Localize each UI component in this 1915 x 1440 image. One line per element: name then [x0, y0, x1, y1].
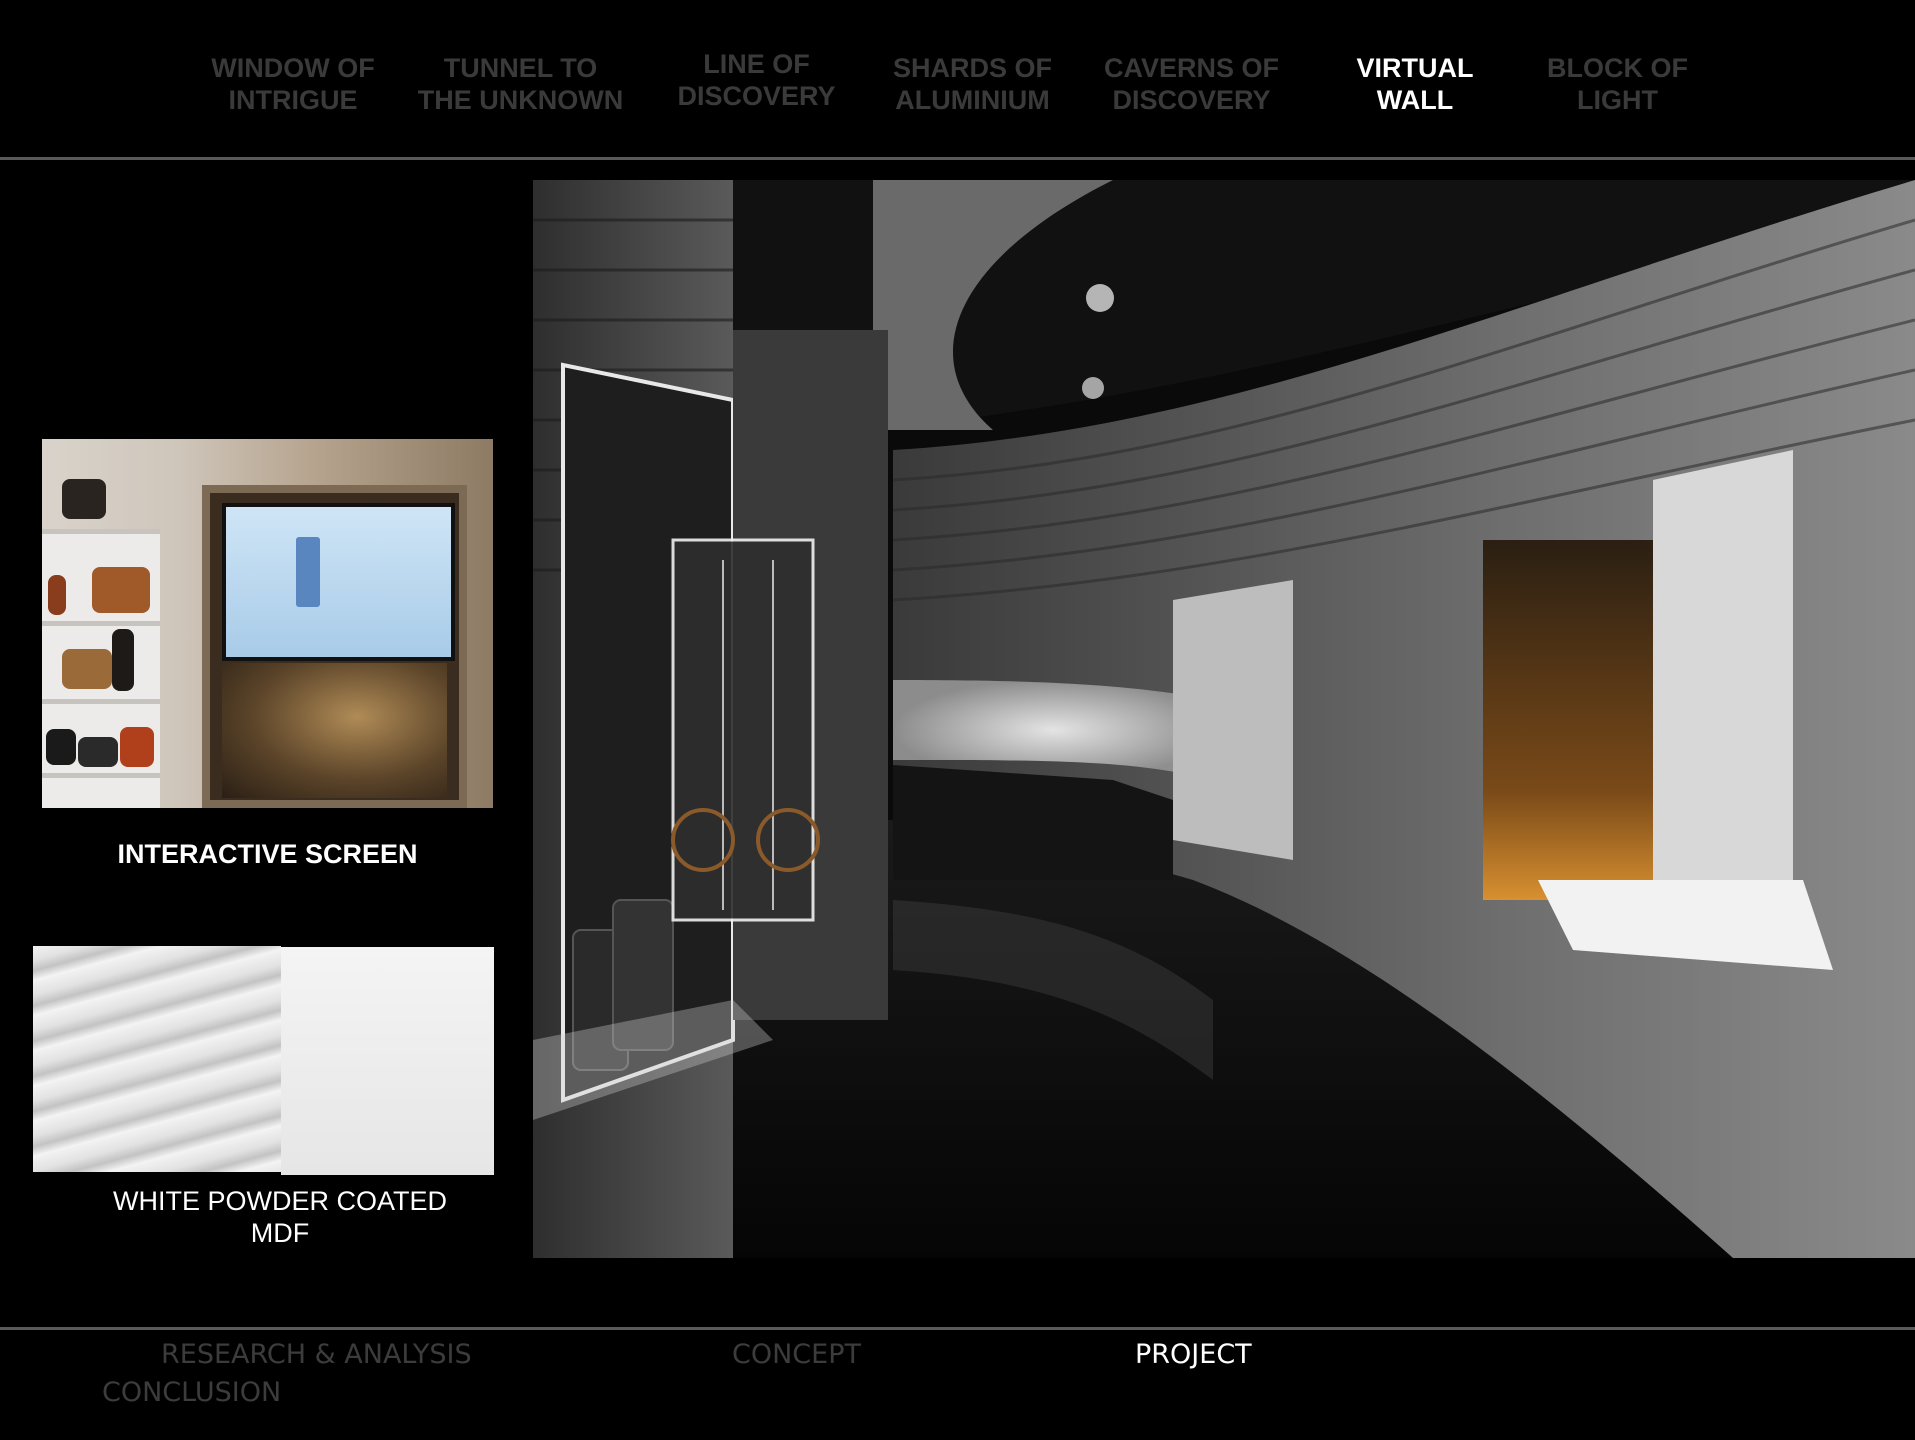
downlight: [1086, 284, 1114, 312]
nav-virtual-wall[interactable]: VIRTUAL WALL: [1335, 52, 1495, 116]
interactive-screen-photo: [42, 439, 493, 808]
interactive-screen-caption: INTERACTIVE SCREEN: [117, 839, 418, 869]
nav-window-of-intrigue[interactable]: WINDOW OF INTRIGUE: [198, 52, 388, 116]
glass-vitrine: [671, 538, 815, 922]
nav-caverns-of-discovery[interactable]: CAVERNS OF DISCOVERY: [1094, 52, 1289, 116]
bottom-nav-project[interactable]: PROJECT: [1135, 1339, 1252, 1371]
interior-render: [533, 180, 1915, 1258]
nav-block-of-light[interactable]: BLOCK OF LIGHT: [1535, 52, 1700, 116]
nav-tunnel-to-the-unknown[interactable]: TUNNEL TO THE UNKNOWN: [408, 52, 633, 116]
tv-screen: [222, 503, 455, 661]
bottom-nav-concept[interactable]: CONCEPT: [732, 1339, 861, 1371]
top-navigation: WINDOW OF INTRIGUE TUNNEL TO THE UNKNOWN…: [0, 0, 1915, 158]
nav-shards-of-aluminium[interactable]: SHARDS OF ALUMINIUM: [880, 52, 1065, 116]
shelving: [42, 479, 160, 808]
bottom-nav-research-analysis[interactable]: RESEARCH & ANALYSIS: [161, 1339, 472, 1371]
bottom-nav-conclusion[interactable]: CONCLUSION: [102, 1377, 281, 1409]
material-swatch-flat: [281, 947, 494, 1175]
top-divider: [0, 157, 1915, 160]
display-frame: [202, 485, 467, 808]
material-swatch-textured: [33, 946, 281, 1172]
nav-line-of-discovery[interactable]: LINE OF DISCOVERY: [664, 48, 849, 112]
lit-niche: [1173, 580, 1293, 860]
bottom-divider: [0, 1327, 1915, 1330]
material-caption: WHITE POWDER COATED MDF: [113, 1186, 447, 1248]
downlight: [1082, 377, 1104, 399]
virtual-wall-screen: [1483, 540, 1653, 900]
